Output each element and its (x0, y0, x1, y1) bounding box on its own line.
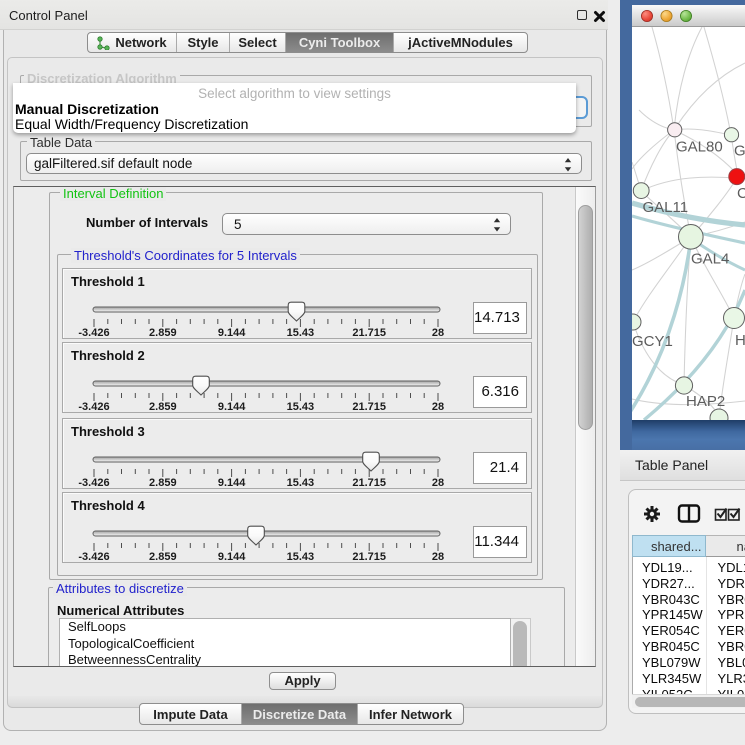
svg-text:21.715: 21.715 (352, 401, 386, 413)
svg-text:HAP2: HAP2 (686, 393, 725, 410)
svg-text:-3.426: -3.426 (78, 551, 109, 563)
svg-text:CY: CY (737, 185, 745, 202)
svg-text:28: 28 (432, 327, 444, 339)
svg-text:28: 28 (432, 477, 444, 489)
svg-text:15.43: 15.43 (287, 327, 315, 339)
svg-text:HI: HI (735, 332, 745, 349)
svg-text:GAL11: GAL11 (643, 199, 689, 216)
svg-text:2.859: 2.859 (149, 327, 177, 339)
svg-text:GAL4: GAL4 (691, 251, 729, 268)
svg-text:15.43: 15.43 (287, 401, 315, 413)
svg-text:-3.426: -3.426 (78, 477, 109, 489)
svg-text:9.144: 9.144 (218, 551, 246, 563)
svg-text:GAL: GAL (734, 143, 745, 160)
svg-text:-3.426: -3.426 (78, 327, 109, 339)
svg-text:2.859: 2.859 (149, 551, 177, 563)
svg-text:GCY1: GCY1 (632, 333, 673, 350)
svg-text:15.43: 15.43 (287, 551, 315, 563)
svg-text:GAL80: GAL80 (676, 139, 723, 156)
svg-text:15.43: 15.43 (287, 477, 315, 489)
svg-text:9.144: 9.144 (218, 477, 246, 489)
svg-text:28: 28 (432, 401, 444, 413)
svg-text:28: 28 (432, 551, 444, 563)
svg-text:9.144: 9.144 (218, 401, 246, 413)
svg-text:21.715: 21.715 (352, 551, 386, 563)
svg-text:2.859: 2.859 (149, 477, 177, 489)
svg-text:21.715: 21.715 (352, 327, 386, 339)
svg-text:2.859: 2.859 (149, 401, 177, 413)
svg-text:-3.426: -3.426 (78, 401, 109, 413)
svg-text:9.144: 9.144 (218, 327, 246, 339)
svg-text:21.715: 21.715 (352, 477, 386, 489)
